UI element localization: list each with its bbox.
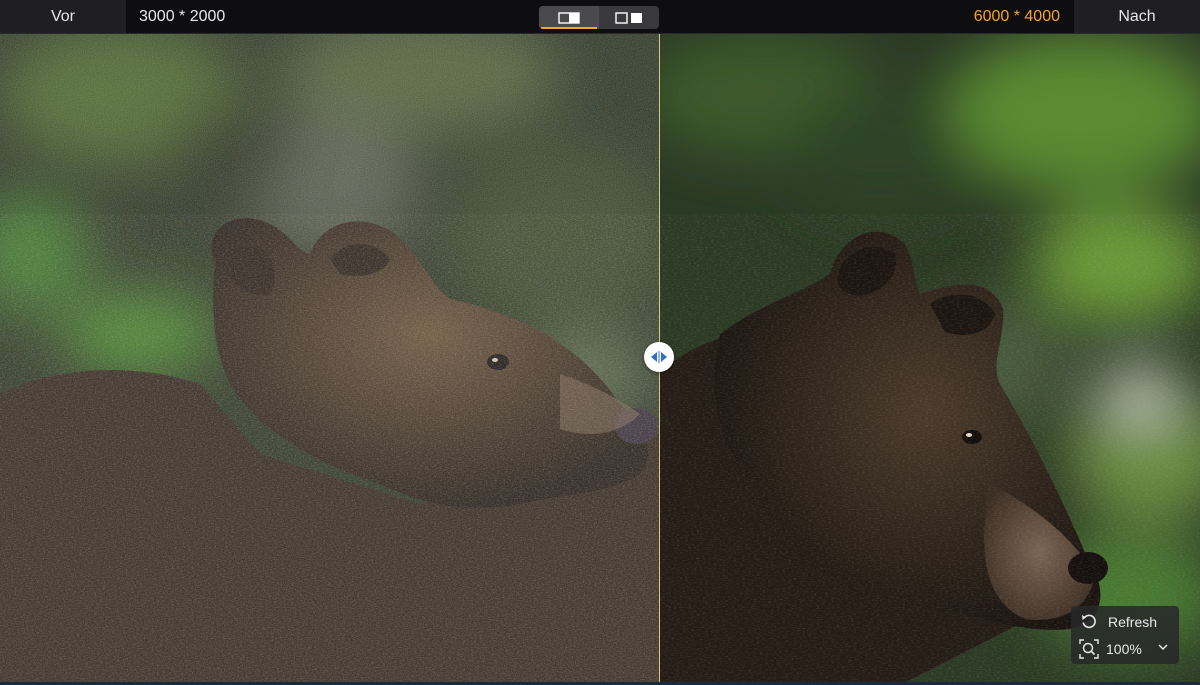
zoom-icon [1076,638,1102,660]
refresh-button[interactable]: Refresh [1071,608,1179,635]
side-by-side-view-button[interactable] [599,6,659,29]
view-mode-toggle [539,6,659,29]
before-label[interactable]: Vor [0,0,126,33]
compare-toolbar: Vor 3000 * 2000 6000 * 4000 Nach [0,0,1200,34]
split-view-button[interactable] [539,6,599,29]
bear-photo [0,34,1200,685]
zoom-control[interactable]: 100% [1071,635,1179,662]
split-handle-arrows-icon [651,351,667,363]
view-controls-panel: Refresh 100% [1071,606,1179,664]
refresh-icon [1076,611,1102,633]
before-resolution: 3000 * 2000 [139,8,226,25]
after-resolution: 6000 * 4000 [973,8,1060,25]
split-handle[interactable] [644,342,674,372]
after-label[interactable]: Nach [1074,0,1200,33]
zoom-value: 100% [1106,640,1142,657]
side-by-side-icon [615,11,642,24]
refresh-label: Refresh [1108,613,1158,630]
chevron-down-icon[interactable] [1157,640,1169,656]
image-compare-viewer[interactable]: Refresh 100% [0,34,1200,685]
split-view-icon [558,11,580,24]
